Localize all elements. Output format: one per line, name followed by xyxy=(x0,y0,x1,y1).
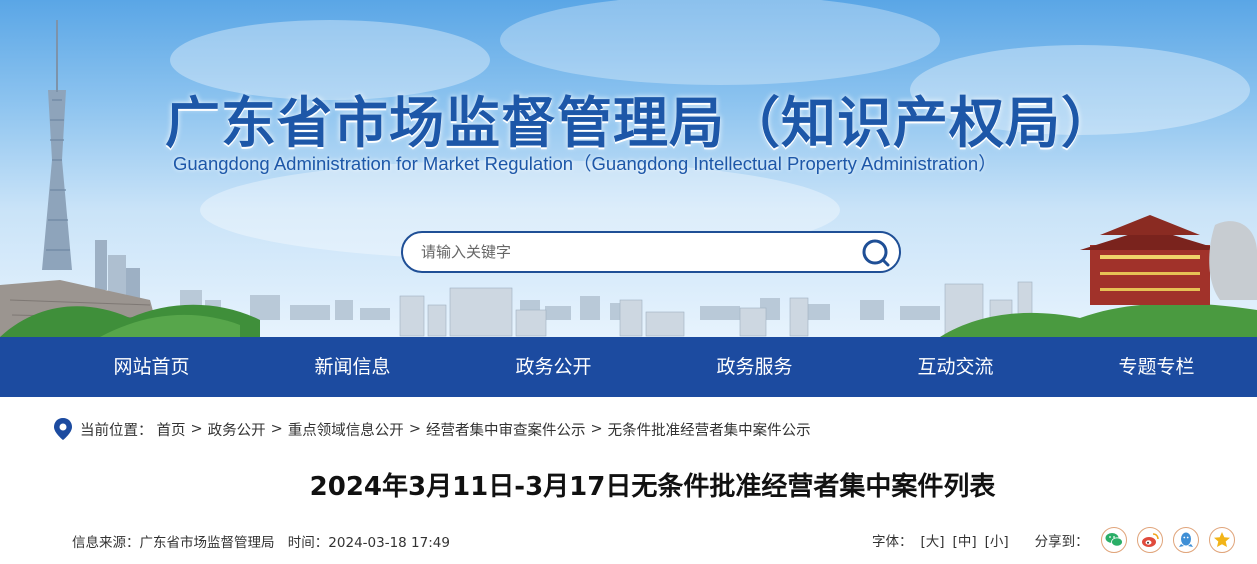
nav-item-gov-affairs[interactable]: 政务公开 xyxy=(453,337,654,397)
nav-item-topics[interactable]: 专题专栏 xyxy=(1056,337,1257,397)
site-subtitle: Guangdong Administration for Market Regu… xyxy=(173,153,997,174)
nav-item-home[interactable]: 网站首页 xyxy=(51,337,252,397)
article-title: 2024年3月11日-3月17日无条件批准经营者集中案件列表 xyxy=(309,472,996,502)
wechat-icon[interactable] xyxy=(1100,527,1127,553)
font-large-button[interactable]: [大] xyxy=(921,530,945,550)
search-box xyxy=(401,231,901,273)
breadcrumb-separator: > xyxy=(190,421,203,437)
location-pin-icon xyxy=(54,418,72,440)
weibo-icon[interactable] xyxy=(1136,527,1163,553)
main-nav: 网站首页 新闻信息 政务公开 政务服务 互动交流 专题专栏 xyxy=(0,337,1257,397)
qzone-icon[interactable] xyxy=(1208,527,1235,553)
site-title: 广东省市场监督管理局（知识产权局） xyxy=(165,91,1118,155)
breadcrumb-separator: > xyxy=(408,421,421,437)
breadcrumb-gov-affairs[interactable]: 政务公开 xyxy=(208,419,266,440)
breadcrumb-key-areas[interactable]: 重点领域信息公开 xyxy=(288,419,404,440)
header-banner: 广东省市场监督管理局（知识产权局） Guangdong Administrati… xyxy=(0,0,1257,337)
search-input[interactable] xyxy=(419,242,853,262)
font-size-label: 字体： xyxy=(872,534,913,550)
breadcrumb-home[interactable]: 首页 xyxy=(157,419,186,440)
qq-icon[interactable] xyxy=(1172,527,1199,553)
search-icon[interactable] xyxy=(861,238,891,268)
breadcrumb-merger-review[interactable]: 经营者集中审查案件公示 xyxy=(426,419,586,440)
nav-item-news[interactable]: 新闻信息 xyxy=(252,337,453,397)
breadcrumb: 当前位置： 首页 > 政务公开 > 重点领域信息公开 > 经营者集中审查案件公示… xyxy=(52,417,811,441)
nav-item-interaction[interactable]: 互动交流 xyxy=(855,337,1056,397)
article-meta: 信息来源：广东省市场监督管理局 时间：2024-03-18 17:49 xyxy=(72,531,450,551)
breadcrumb-unconditional-approval[interactable]: 无条件批准经营者集中案件公示 xyxy=(608,419,811,440)
breadcrumb-label: 当前位置： xyxy=(80,422,153,439)
nav-item-gov-services[interactable]: 政务服务 xyxy=(654,337,855,397)
article-source: 信息来源：广东省市场监督管理局 xyxy=(72,535,275,551)
font-medium-button[interactable]: [中] xyxy=(953,530,977,550)
article-tools: 字体： [大] [中] [小] 分享到： xyxy=(872,526,1235,554)
font-small-button[interactable]: [小] xyxy=(985,530,1009,550)
breadcrumb-separator: > xyxy=(590,421,603,437)
share-label: 分享到： xyxy=(1034,534,1089,550)
article-time: 时间：2024-03-18 17:49 xyxy=(287,535,450,551)
breadcrumb-separator: > xyxy=(270,421,283,437)
